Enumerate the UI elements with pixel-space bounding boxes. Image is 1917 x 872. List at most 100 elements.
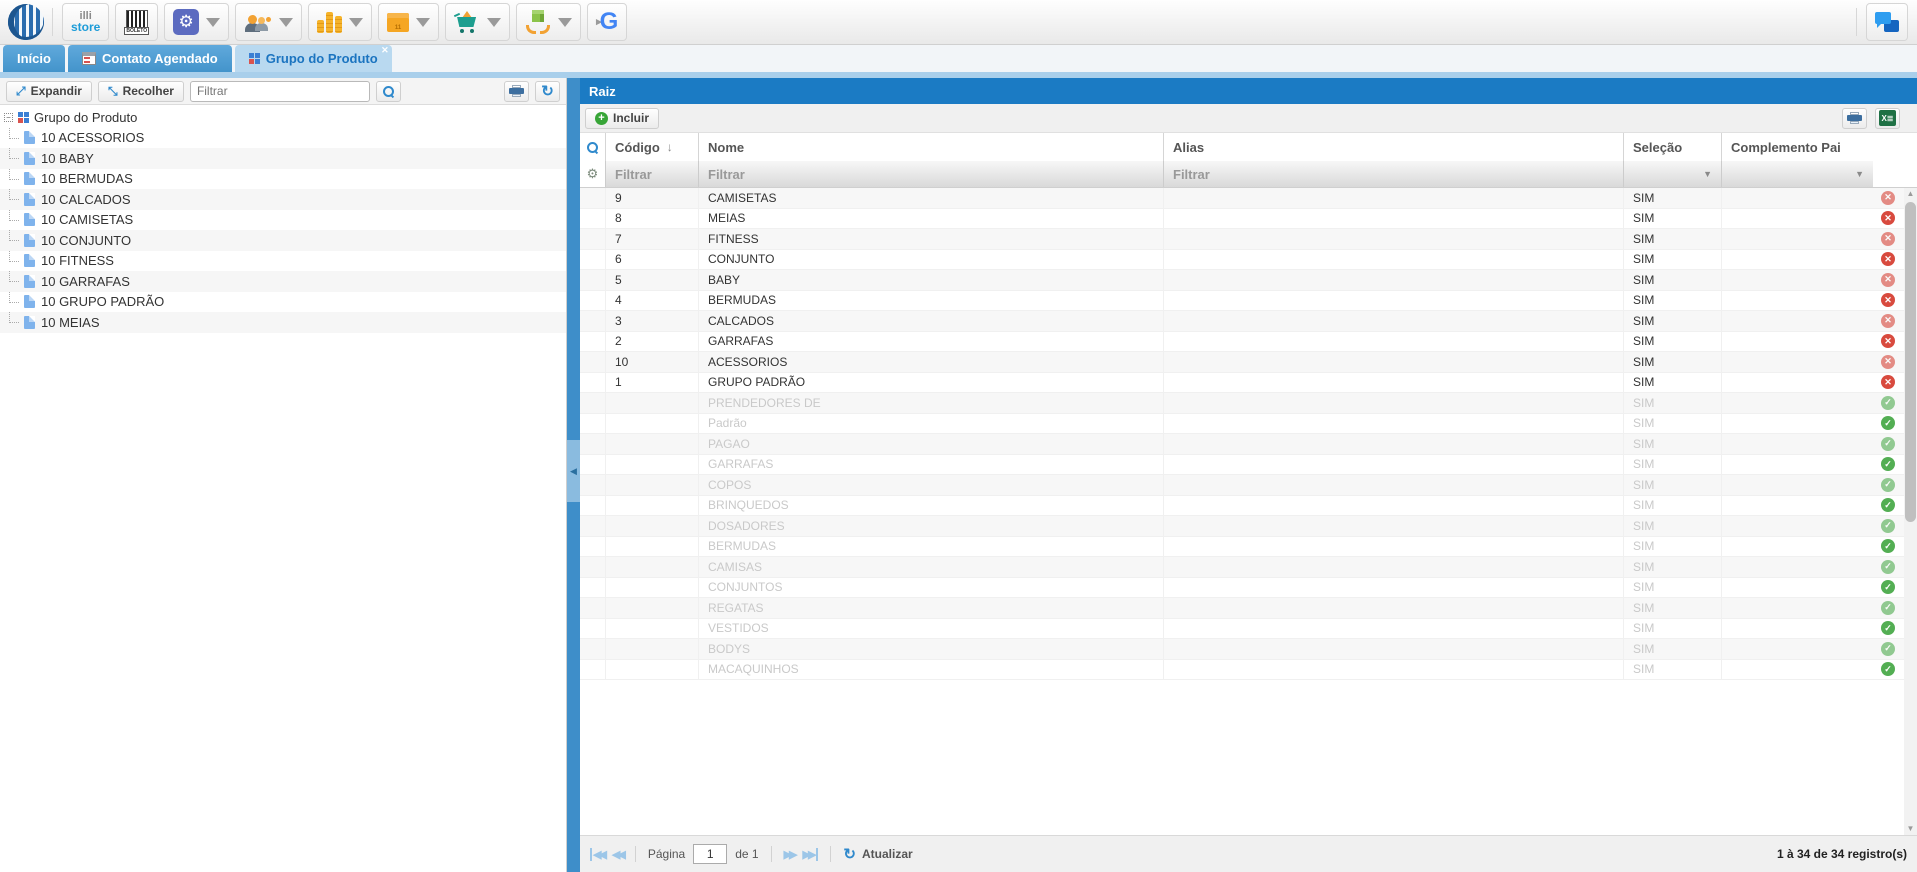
filter-nome[interactable]: Filtrar — [698, 161, 1163, 187]
tree-root-node[interactable]: − Grupo do Produto — [0, 107, 566, 128]
column-header-complemento-pai[interactable]: Complemento Pai — [1721, 133, 1873, 161]
tree-item[interactable]: 10 CONJUNTO — [0, 230, 566, 251]
filter-selecao-dropdown[interactable]: ▼ — [1623, 161, 1721, 187]
table-row[interactable]: BERMUDAS SIM — [580, 537, 1917, 558]
tree-item[interactable]: 10 MEIAS — [0, 312, 566, 333]
chevron-down-icon[interactable] — [349, 18, 363, 27]
table-row[interactable]: PAGAO SIM — [580, 434, 1917, 455]
table-row[interactable]: COPOS SIM — [580, 475, 1917, 496]
check-icon[interactable] — [1881, 642, 1895, 656]
app-logo-icon[interactable] — [8, 4, 44, 40]
table-row[interactable]: REGATAS SIM — [580, 598, 1917, 619]
table-row[interactable]: PRENDEDORES DE SIM — [580, 393, 1917, 414]
expand-button[interactable]: ⤢ Expandir — [6, 81, 92, 102]
check-icon[interactable] — [1881, 601, 1895, 615]
table-row[interactable]: 1 GRUPO PADRÃO SIM — [580, 373, 1917, 394]
filter-alias[interactable]: Filtrar — [1163, 161, 1623, 187]
tree-item[interactable]: 10 CAMISETAS — [0, 210, 566, 231]
delete-icon[interactable] — [1881, 191, 1895, 205]
table-row[interactable]: 5 BABY SIM — [580, 270, 1917, 291]
stock-menu-button[interactable] — [378, 3, 439, 41]
column-header-nome[interactable]: Nome — [698, 133, 1163, 161]
tab-inicio[interactable]: Início — [3, 45, 65, 72]
filter-codigo[interactable]: Filtrar — [605, 161, 698, 187]
panel-splitter[interactable]: ◀ — [567, 78, 580, 872]
delete-icon[interactable] — [1881, 355, 1895, 369]
grid-settings-gutter[interactable]: ⚙ — [580, 161, 605, 187]
table-row[interactable]: BODYS SIM — [580, 639, 1917, 660]
delete-icon[interactable] — [1881, 375, 1895, 389]
chevron-down-icon[interactable] — [279, 18, 293, 27]
tree-item[interactable]: 10 GRUPO PADRÃO — [0, 292, 566, 313]
page-number-input[interactable] — [693, 844, 727, 864]
chat-button[interactable] — [1866, 3, 1908, 41]
sales-menu-button[interactable] — [445, 3, 510, 41]
illi-store-button[interactable]: illi store — [62, 3, 109, 41]
table-row[interactable]: 7 FITNESS SIM — [580, 229, 1917, 250]
tab-contato-agendado[interactable]: Contato Agendado — [68, 45, 232, 72]
tree-filter-input[interactable] — [190, 81, 370, 102]
prev-page-button[interactable]: ◀◀ — [612, 848, 623, 861]
incluir-button[interactable]: + Incluir — [585, 108, 659, 129]
chevron-down-icon[interactable] — [416, 18, 430, 27]
last-page-button[interactable]: ▶▶ — [803, 848, 819, 861]
check-icon[interactable] — [1881, 478, 1895, 492]
table-row[interactable]: GARRAFAS SIM — [580, 455, 1917, 476]
delete-icon[interactable] — [1881, 334, 1895, 348]
tree-item[interactable]: 10 BERMUDAS — [0, 169, 566, 190]
check-icon[interactable] — [1881, 519, 1895, 533]
tree-search-button[interactable] — [376, 81, 401, 102]
table-row[interactable]: 9 CAMISETAS SIM — [580, 188, 1917, 209]
table-row[interactable]: 2 GARRAFAS SIM — [580, 332, 1917, 353]
tree-item[interactable]: 10 CALCADOS — [0, 189, 566, 210]
check-icon[interactable] — [1881, 580, 1895, 594]
collapse-panel-handle[interactable]: ◀ — [567, 440, 580, 502]
google-sync-button[interactable]: G — [587, 3, 627, 41]
delete-icon[interactable] — [1881, 211, 1895, 225]
check-icon[interactable] — [1881, 621, 1895, 635]
tree-item[interactable]: 10 FITNESS — [0, 251, 566, 272]
table-row[interactable]: MACAQUINHOS SIM — [580, 660, 1917, 681]
column-header-selecao[interactable]: Seleção — [1623, 133, 1721, 161]
table-row[interactable]: Padrão SIM — [580, 414, 1917, 435]
collapse-button[interactable]: ⤡ Recolher — [98, 81, 184, 102]
table-row[interactable]: 4 BERMUDAS SIM — [580, 291, 1917, 312]
first-page-button[interactable]: ◀◀ — [590, 848, 604, 861]
check-icon[interactable] — [1881, 539, 1895, 553]
next-page-button[interactable]: ▶▶ — [784, 848, 795, 861]
check-icon[interactable] — [1881, 396, 1895, 410]
table-row[interactable]: 6 CONJUNTO SIM — [580, 250, 1917, 271]
table-row[interactable]: 3 CALCADOS SIM — [580, 311, 1917, 332]
delete-icon[interactable] — [1881, 293, 1895, 307]
boleto-button[interactable]: BOLETO — [115, 3, 158, 41]
tree-item[interactable]: 10 GARRAFAS — [0, 271, 566, 292]
table-row[interactable]: 10 ACESSORIOS SIM — [580, 352, 1917, 373]
vertical-scrollbar[interactable]: ▲ ▼ — [1904, 188, 1917, 835]
check-icon[interactable] — [1881, 662, 1895, 676]
chevron-down-icon[interactable] — [558, 18, 572, 27]
table-row[interactable]: BRINQUEDOS SIM — [580, 496, 1917, 517]
refresh-grid-button[interactable]: ↻ Atualizar — [843, 847, 912, 862]
grid-print-button[interactable] — [1842, 108, 1867, 129]
tree-refresh-button[interactable]: ↻ — [535, 81, 560, 102]
filter-complemento-pai-dropdown[interactable]: ▼ — [1721, 161, 1873, 187]
check-icon[interactable] — [1881, 498, 1895, 512]
check-icon[interactable] — [1881, 560, 1895, 574]
delete-icon[interactable] — [1881, 314, 1895, 328]
chevron-down-icon[interactable] — [206, 18, 220, 27]
delete-icon[interactable] — [1881, 252, 1895, 266]
tree-item[interactable]: 10 BABY — [0, 148, 566, 169]
table-row[interactable]: 8 MEIAS SIM — [580, 209, 1917, 230]
scroll-down-icon[interactable]: ▼ — [1904, 823, 1917, 835]
check-icon[interactable] — [1881, 457, 1895, 471]
tree-item[interactable]: 10 ACESSORIOS — [0, 128, 566, 149]
table-row[interactable]: CONJUNTOS SIM — [580, 578, 1917, 599]
table-row[interactable]: CAMISAS SIM — [580, 557, 1917, 578]
scrollbar-thumb[interactable] — [1905, 202, 1916, 522]
products-menu-button[interactable] — [516, 3, 581, 41]
table-row[interactable]: DOSADORES SIM — [580, 516, 1917, 537]
check-icon[interactable] — [1881, 437, 1895, 451]
table-row[interactable]: VESTIDOS SIM — [580, 619, 1917, 640]
scroll-up-icon[interactable]: ▲ — [1904, 188, 1917, 200]
column-header-alias[interactable]: Alias — [1163, 133, 1623, 161]
